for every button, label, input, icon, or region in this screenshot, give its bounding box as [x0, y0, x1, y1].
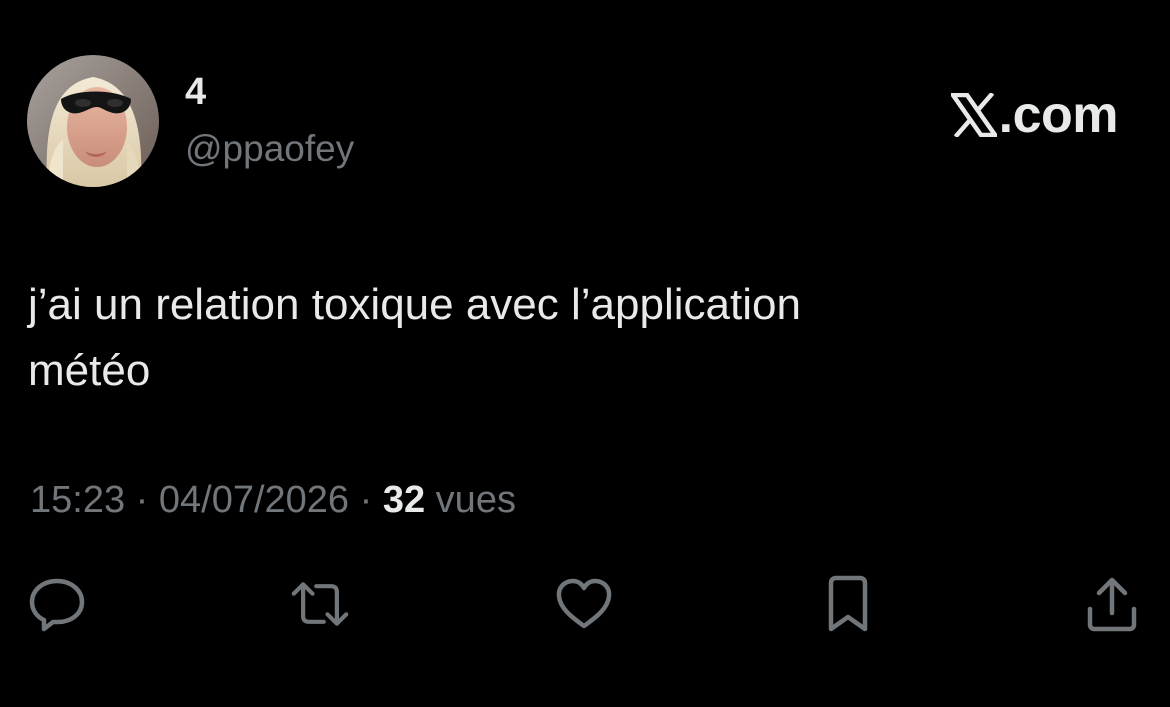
- user-handle[interactable]: @ppaofey: [185, 130, 354, 167]
- tweet-meta: 15:23 · 04/07/2026 · 32 vues: [30, 481, 516, 519]
- tweet-text-line: météo: [28, 346, 151, 395]
- avatar[interactable]: [27, 55, 159, 187]
- tweet-card: 4 @ppaofey .com j’ai un relation toxique…: [0, 0, 1170, 707]
- x-logo-icon: [950, 93, 997, 137]
- repost-button[interactable]: [290, 574, 350, 634]
- avatar-image: [27, 55, 159, 187]
- comment-icon: [29, 578, 85, 632]
- reply-button[interactable]: [27, 574, 87, 634]
- tweet-time[interactable]: 15:23: [30, 479, 125, 521]
- tweet-date[interactable]: 04/07/2026: [159, 479, 349, 521]
- bookmark-icon: [828, 575, 868, 632]
- brand-domain: .com: [998, 86, 1119, 144]
- x-brand: .com: [950, 86, 1119, 144]
- meta-separator: ·: [125, 479, 159, 521]
- share-button[interactable]: [1082, 574, 1142, 634]
- repost-icon: [291, 582, 349, 626]
- tweet-text: j’ai un relation toxique avec l’applicat…: [28, 272, 988, 404]
- display-name[interactable]: 4: [185, 73, 206, 111]
- tweet-text-line: j’ai un relation toxique avec l’applicat…: [28, 280, 801, 329]
- heart-icon: [556, 578, 612, 629]
- bookmark-button[interactable]: [818, 574, 878, 634]
- views-label: vues: [425, 479, 516, 521]
- like-button[interactable]: [554, 574, 614, 634]
- meta-separator: ·: [349, 479, 383, 521]
- action-bar: [0, 574, 1170, 634]
- views-count[interactable]: 32: [383, 479, 425, 521]
- share-icon: [1087, 577, 1137, 632]
